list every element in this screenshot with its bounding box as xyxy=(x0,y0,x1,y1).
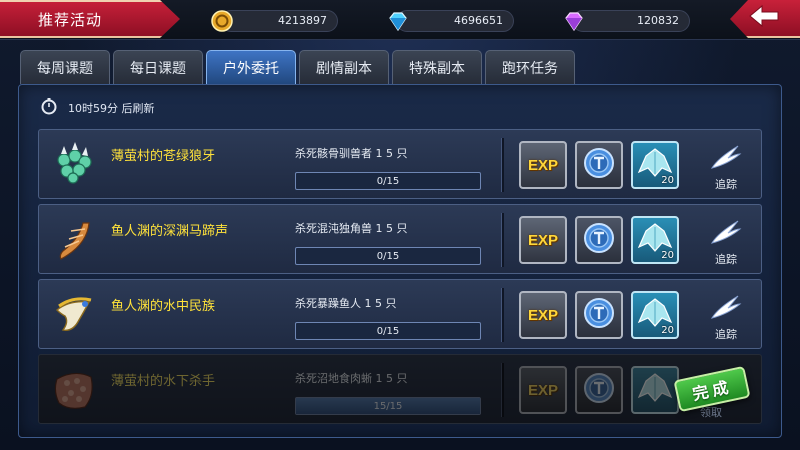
reward-quantity: 20 xyxy=(661,175,674,186)
green-claw-item-icon xyxy=(49,140,99,190)
gold-currency: 4213897 xyxy=(211,10,338,32)
exp-reward[interactable]: EXP xyxy=(519,141,567,189)
blue-diamond-icon xyxy=(385,8,411,34)
quest-progress-text: 0/15 xyxy=(376,250,400,262)
back-arrow-icon xyxy=(748,4,782,32)
winged-feather-icon xyxy=(708,142,744,176)
cloak-reward[interactable]: 20 xyxy=(631,291,679,339)
gem-value: 120832 xyxy=(637,14,679,27)
reward-quantity: 20 xyxy=(661,250,674,261)
divider xyxy=(501,363,504,417)
quest-progress-bar: 0/15 xyxy=(295,247,481,265)
quest-name: 薄萤村的苍绿狼牙 xyxy=(111,149,216,164)
silver-coin-icon xyxy=(582,296,616,334)
exp-label: EXP xyxy=(527,156,558,174)
track-button[interactable]: 追踪 xyxy=(701,142,751,192)
refresh-text: 10时59分 后刷新 xyxy=(68,102,155,115)
quest-task: 杀死沼地食肉蜥 1 5 只 xyxy=(295,372,408,385)
coin-reward xyxy=(575,366,623,414)
category-tabs: 每周课题 每日课题 户外委托 剧情副本 特殊副本 跑环任务 xyxy=(20,50,575,84)
track-label: 追踪 xyxy=(715,178,737,191)
stopwatch-icon xyxy=(40,97,58,119)
tab-daily[interactable]: 每日课题 xyxy=(113,50,203,84)
top-bar: 推荐活动 4213897 4696651 120832 xyxy=(0,0,800,40)
quest-progress-bar: 0/15 xyxy=(295,172,481,190)
winged-feather-icon xyxy=(708,292,744,326)
reward-quantity: 20 xyxy=(661,325,674,336)
track-label: 追踪 xyxy=(715,253,737,266)
cloak-reward[interactable]: 20 xyxy=(631,141,679,189)
coin-reward[interactable] xyxy=(575,291,623,339)
silver-coin-icon xyxy=(582,146,616,184)
quest-name: 鱼人渊的水中民族 xyxy=(111,299,216,314)
quest-progress-text: 15/15 xyxy=(373,400,403,412)
track-button[interactable]: 追踪 xyxy=(701,292,751,342)
tab-loop-quest[interactable]: 跑环任务 xyxy=(485,50,575,84)
page-title: 推荐活动 xyxy=(38,11,103,29)
silver-coin-icon xyxy=(582,371,616,409)
cloak-reward xyxy=(631,366,679,414)
divider xyxy=(501,288,504,342)
track-label: 追踪 xyxy=(715,328,737,341)
tab-outdoor[interactable]: 户外委托 xyxy=(206,50,296,84)
quest-name: 薄萤村的水下杀手 xyxy=(111,374,216,389)
gold-coin-icon xyxy=(209,8,235,34)
coin-reward[interactable] xyxy=(575,141,623,189)
coin-reward[interactable] xyxy=(575,216,623,264)
title-plate: 推荐活动 xyxy=(0,0,180,38)
quest-progress-text: 0/15 xyxy=(376,175,400,187)
horn-item-icon xyxy=(49,215,99,265)
cloak-reward[interactable]: 20 xyxy=(631,216,679,264)
quest-name: 鱼人渊的深渊马蹄声 xyxy=(111,224,229,239)
refresh-timer: 10时59分 后刷新 xyxy=(40,98,155,118)
diamond-value: 4696651 xyxy=(454,14,503,27)
exp-reward: EXP xyxy=(519,366,567,414)
quest-task: 杀死骸骨驯兽者 1 5 只 xyxy=(295,147,408,160)
tab-story-dungeon[interactable]: 剧情副本 xyxy=(299,50,389,84)
tab-special-dungeon[interactable]: 特殊副本 xyxy=(392,50,482,84)
divider xyxy=(501,213,504,267)
back-button[interactable] xyxy=(730,0,800,38)
track-button[interactable]: 追踪 xyxy=(701,217,751,267)
winged-feather-icon xyxy=(708,217,744,251)
diamond-currency: 4696651 xyxy=(389,10,514,32)
tab-weekly[interactable]: 每周课题 xyxy=(20,50,110,84)
quest-task: 杀死混沌独角兽 1 5 只 xyxy=(295,222,408,235)
quest-progress-bar: 0/15 xyxy=(295,322,481,340)
horn-cup-item-icon xyxy=(49,290,99,340)
exp-label: EXP xyxy=(527,381,558,399)
exp-reward[interactable]: EXP xyxy=(519,216,567,264)
divider xyxy=(501,138,504,192)
cloak-item-icon xyxy=(636,371,674,409)
purple-gem-icon xyxy=(561,8,587,34)
quest-row-completed[interactable]: 薄萤村的水下杀手 杀死沼地食肉蜥 1 5 只 15/15 EXP xyxy=(38,354,762,424)
quest-task: 杀死暴躁鱼人 1 5 只 xyxy=(295,297,397,310)
quest-row[interactable]: 薄萤村的苍绿狼牙 杀死骸骨驯兽者 1 5 只 0/15 EXP 20 追踪 xyxy=(38,129,762,199)
quest-row[interactable]: 鱼人渊的深渊马蹄声 杀死混沌独角兽 1 5 只 0/15 EXP 20 追踪 xyxy=(38,204,762,274)
exp-label: EXP xyxy=(527,231,558,249)
quest-progress-text: 0/15 xyxy=(376,325,400,337)
quest-progress-bar: 15/15 xyxy=(295,397,481,415)
exp-label: EXP xyxy=(527,306,558,324)
scale-hide-item-icon xyxy=(49,365,99,415)
gold-value: 4213897 xyxy=(278,14,327,27)
silver-coin-icon xyxy=(582,221,616,259)
gem-currency: 120832 xyxy=(565,10,690,32)
quest-row[interactable]: 鱼人渊的水中民族 杀死暴躁鱼人 1 5 只 0/15 EXP 20 追踪 xyxy=(38,279,762,349)
exp-reward[interactable]: EXP xyxy=(519,291,567,339)
